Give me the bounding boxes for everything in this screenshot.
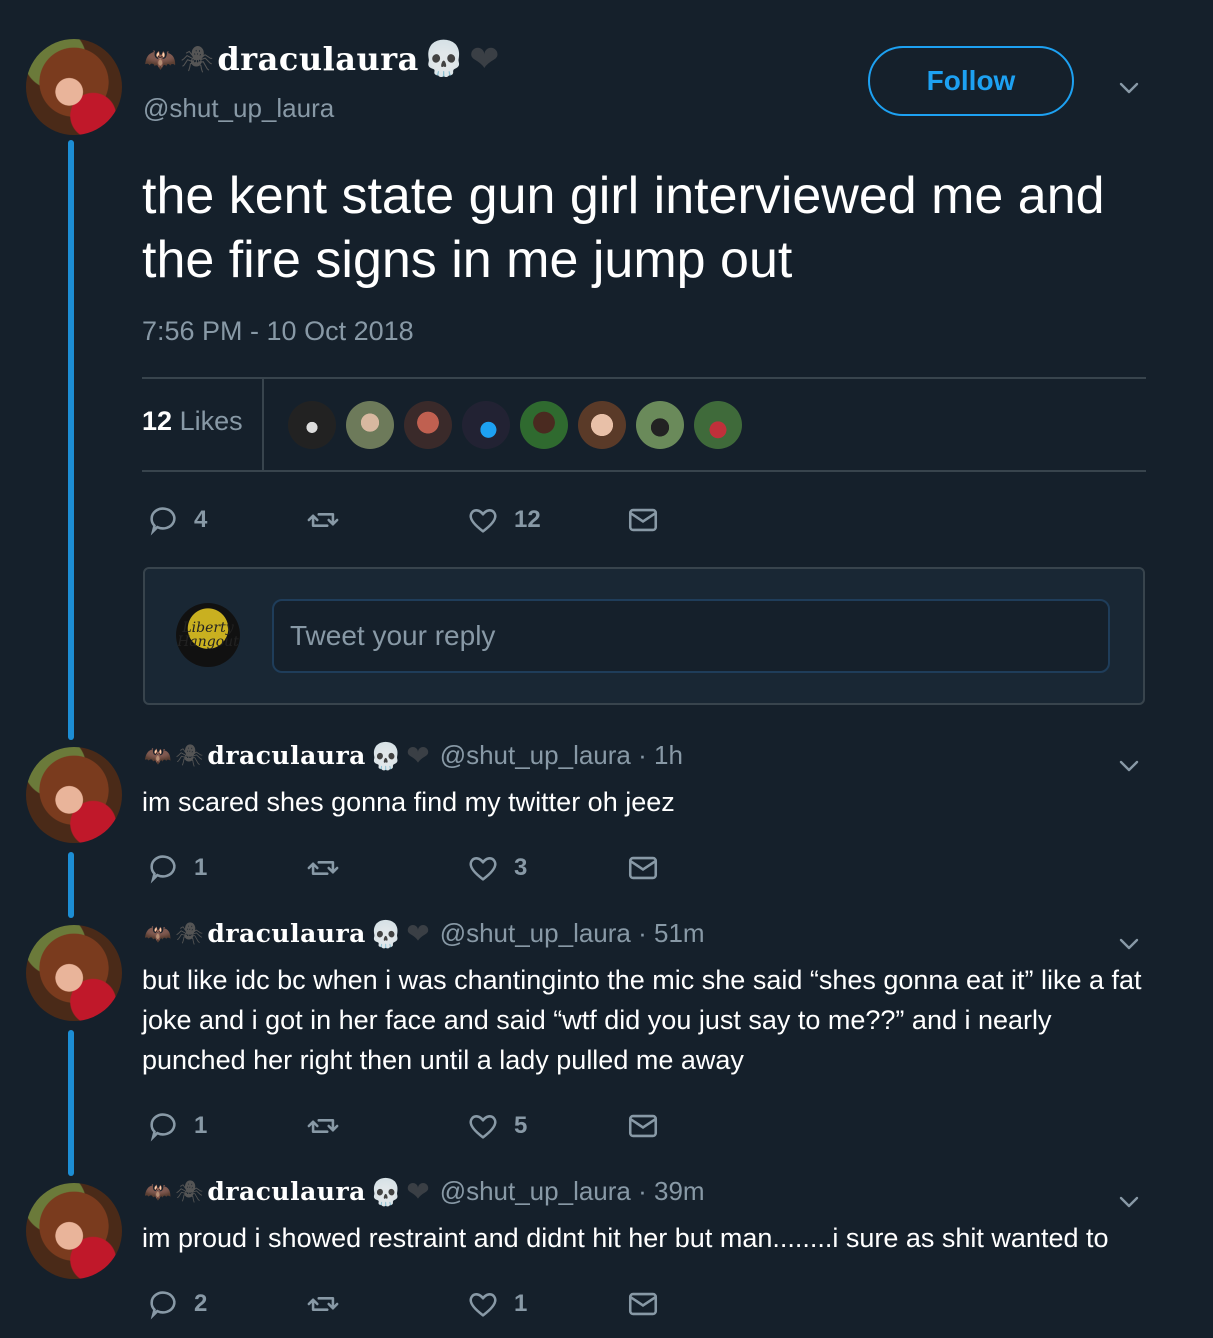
spider-icon: 🕷 bbox=[175, 1178, 204, 1204]
handle[interactable]: @shut_up_laura bbox=[143, 93, 334, 124]
bat-icon: 🦇 bbox=[144, 44, 177, 74]
reply-avatar: Liberty Hangout bbox=[176, 603, 240, 667]
chevron-down-icon[interactable] bbox=[1119, 1192, 1139, 1212]
liker-avatar[interactable] bbox=[636, 401, 684, 449]
reply-input[interactable] bbox=[272, 599, 1110, 673]
liker-avatar[interactable] bbox=[404, 401, 452, 449]
thread-line bbox=[68, 140, 74, 740]
retweet-button[interactable] bbox=[306, 1287, 340, 1321]
dm-icon bbox=[628, 856, 658, 880]
liker-avatar[interactable] bbox=[520, 401, 568, 449]
chevron-down-icon[interactable] bbox=[1119, 78, 1139, 98]
reply-icon bbox=[150, 1113, 176, 1142]
reply-text: im scared shes gonna find my twitter oh … bbox=[142, 787, 675, 817]
display-name[interactable]: draculaura bbox=[207, 1177, 366, 1206]
chevron-down-icon[interactable] bbox=[1119, 756, 1139, 776]
like-icon bbox=[469, 857, 497, 881]
reply-header: 🦇 🕷 draculaura 💀 ❤ @shut_up_laura · 51m bbox=[144, 918, 705, 949]
black-heart-icon: ❤ bbox=[406, 1175, 430, 1207]
dm-icon bbox=[628, 1114, 658, 1138]
divider bbox=[262, 379, 264, 471]
reply-text: but like idc bc when i was chantinginto … bbox=[142, 965, 1142, 1075]
display-name[interactable]: draculaura bbox=[207, 919, 366, 948]
reply-icon bbox=[150, 1291, 176, 1320]
liker-avatar[interactable] bbox=[288, 401, 336, 449]
divider bbox=[142, 377, 1146, 379]
reply-text: im proud i showed restraint and didnt hi… bbox=[142, 1223, 1109, 1253]
retweet-icon bbox=[307, 513, 339, 527]
reply-button[interactable]: 1 bbox=[146, 851, 207, 885]
reply-header: 🦇 🕷 draculaura 💀 ❤ @shut_up_laura · 1h bbox=[144, 740, 683, 771]
bat-icon: 🦇 bbox=[144, 1178, 172, 1204]
thread-line bbox=[68, 1030, 74, 1176]
likes-count[interactable]: 12 Likes bbox=[142, 406, 243, 437]
dm-icon bbox=[628, 1292, 658, 1316]
avatar[interactable] bbox=[26, 1183, 122, 1279]
like-button[interactable]: 5 bbox=[466, 1109, 527, 1143]
like-button[interactable]: 3 bbox=[466, 851, 527, 885]
reply-button[interactable]: 2 bbox=[146, 1287, 207, 1321]
follow-button[interactable]: Follow bbox=[868, 46, 1074, 116]
like-icon bbox=[469, 1115, 497, 1139]
like-button[interactable]: 12 bbox=[466, 503, 541, 537]
spider-icon: 🕷 bbox=[180, 44, 214, 74]
skull-icon: 💀 bbox=[369, 918, 403, 949]
display-name-row: 🦇 🕷 draculaura 💀 ❤ bbox=[144, 40, 499, 78]
divider bbox=[142, 470, 1146, 472]
timestamp[interactable]: 7:56 PM - 10 Oct 2018 bbox=[142, 316, 414, 347]
reply-icon bbox=[150, 855, 176, 884]
dm-button[interactable] bbox=[626, 1287, 660, 1321]
black-heart-icon: ❤ bbox=[406, 917, 430, 949]
like-icon bbox=[469, 1293, 497, 1317]
retweet-icon bbox=[307, 1297, 339, 1311]
reply-icon bbox=[150, 507, 176, 536]
reply-header: 🦇 🕷 draculaura 💀 ❤ @shut_up_laura · 39m bbox=[144, 1176, 705, 1207]
liker-avatar[interactable] bbox=[462, 401, 510, 449]
skull-icon: 💀 bbox=[369, 740, 403, 771]
dm-button[interactable] bbox=[626, 851, 660, 885]
liker-avatar[interactable] bbox=[346, 401, 394, 449]
display-name[interactable]: draculaura bbox=[207, 741, 366, 770]
bat-icon: 🦇 bbox=[144, 742, 172, 768]
spider-icon: 🕷 bbox=[175, 920, 204, 946]
handle-time[interactable]: @shut_up_laura · 1h bbox=[440, 740, 683, 771]
skull-icon: 💀 bbox=[422, 40, 466, 78]
dm-button[interactable] bbox=[626, 503, 660, 537]
avatar[interactable] bbox=[26, 747, 122, 843]
like-button[interactable]: 1 bbox=[466, 1287, 527, 1321]
display-name[interactable]: draculaura bbox=[217, 40, 418, 78]
reply-button[interactable]: 1 bbox=[146, 1109, 207, 1143]
chevron-down-icon[interactable] bbox=[1119, 934, 1139, 954]
spider-icon: 🕷 bbox=[175, 742, 204, 768]
tweet-text: the kent state gun girl interviewed me a… bbox=[142, 167, 1105, 289]
liker-avatar[interactable] bbox=[694, 401, 742, 449]
bat-icon: 🦇 bbox=[144, 920, 172, 946]
skull-icon: 💀 bbox=[369, 1176, 403, 1207]
retweet-button[interactable] bbox=[306, 503, 340, 537]
reply-button[interactable]: 4 bbox=[146, 503, 207, 537]
retweet-icon bbox=[307, 861, 339, 875]
liker-avatar[interactable] bbox=[578, 401, 626, 449]
handle-time[interactable]: @shut_up_laura · 51m bbox=[440, 918, 705, 949]
handle-time[interactable]: @shut_up_laura · 39m bbox=[440, 1176, 705, 1207]
thread-line bbox=[68, 852, 74, 918]
avatar[interactable] bbox=[26, 39, 122, 135]
like-icon bbox=[469, 509, 497, 533]
retweet-button[interactable] bbox=[306, 851, 340, 885]
black-heart-icon: ❤ bbox=[469, 38, 500, 79]
black-heart-icon: ❤ bbox=[406, 739, 430, 771]
avatar[interactable] bbox=[26, 925, 122, 1021]
retweet-button[interactable] bbox=[306, 1109, 340, 1143]
dm-icon bbox=[628, 508, 658, 532]
retweet-icon bbox=[307, 1119, 339, 1133]
dm-button[interactable] bbox=[626, 1109, 660, 1143]
